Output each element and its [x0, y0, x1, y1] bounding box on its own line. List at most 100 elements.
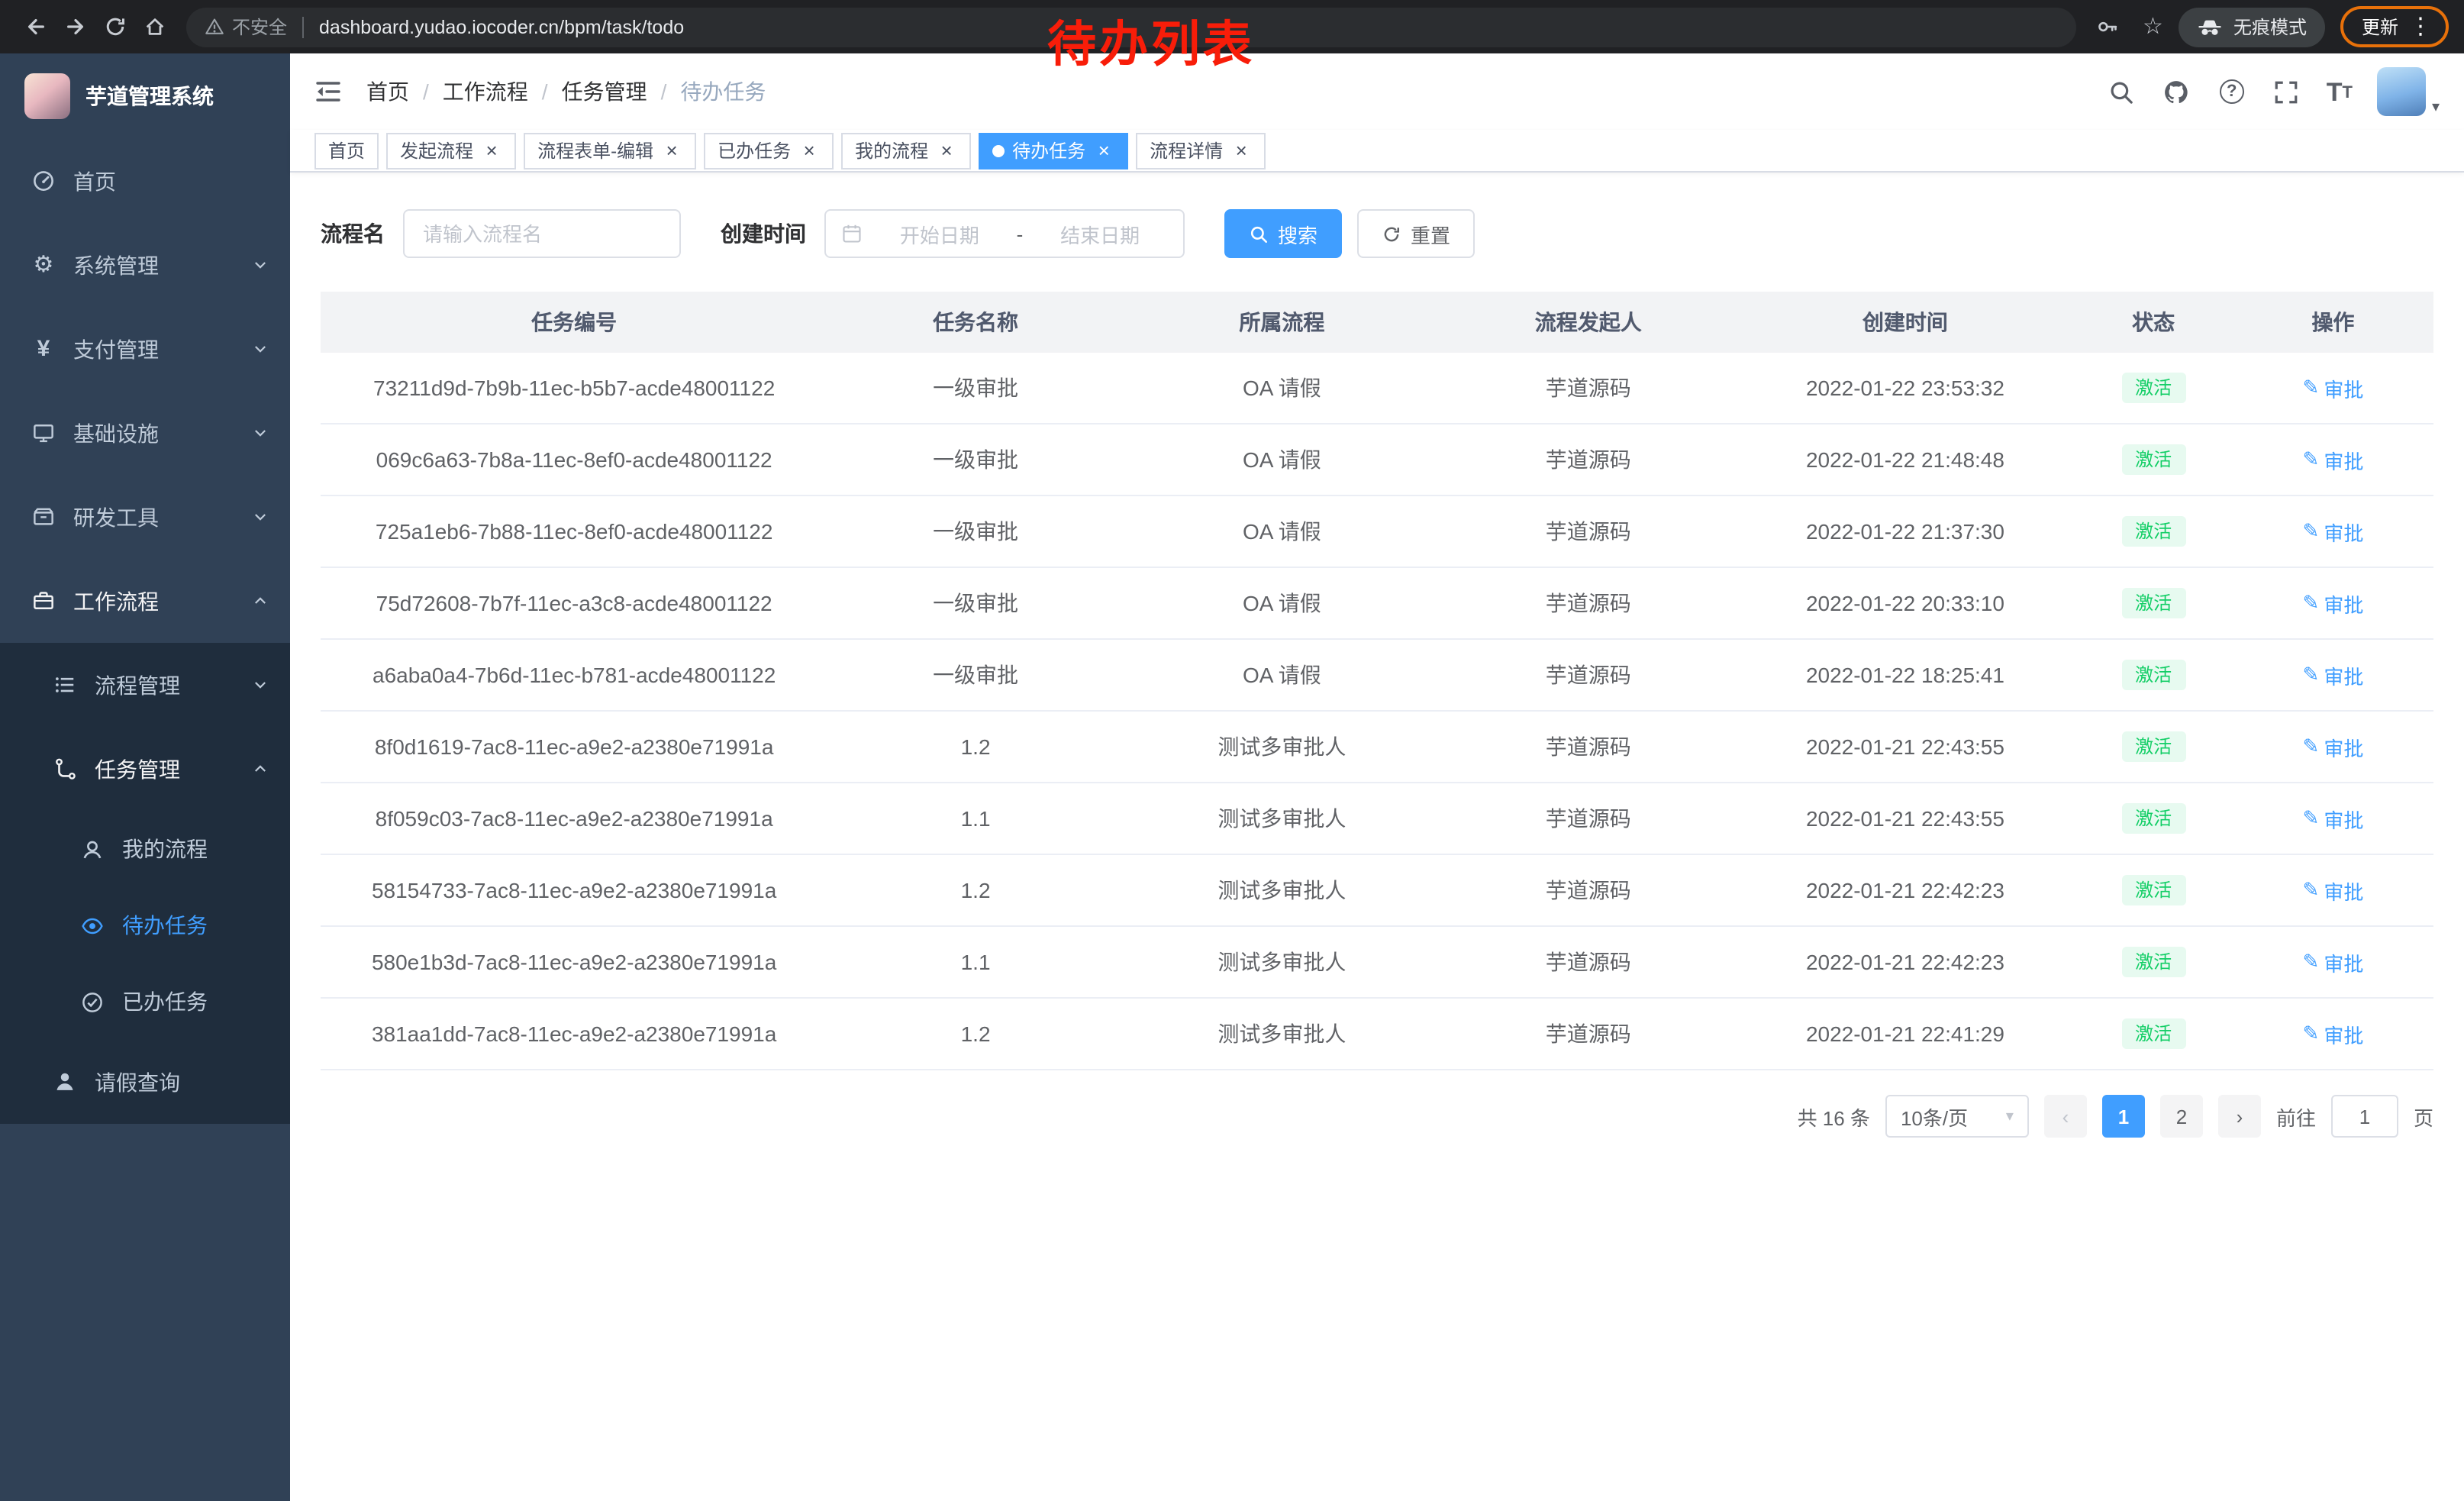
close-icon[interactable]: × — [798, 140, 820, 161]
back-icon[interactable] — [15, 7, 55, 47]
col-process: 所属流程 — [1124, 292, 1440, 353]
cell-process-name: OA 请假 — [1124, 424, 1440, 495]
cell-action: ✎ 审批 — [2233, 712, 2433, 782]
briefcase-icon — [31, 588, 56, 614]
cell-create-time: 2022-01-21 22:42:23 — [1737, 927, 2075, 997]
yen-icon: ¥ — [31, 336, 56, 362]
breadcrumb-item-home[interactable]: 首页 — [366, 76, 409, 107]
sidebar-item-payment[interactable]: ¥ 支付管理 — [0, 307, 290, 391]
next-page-button[interactable]: › — [2218, 1095, 2261, 1138]
cell-initiator: 芋道源码 — [1440, 855, 1737, 925]
approve-link[interactable]: ✎ 审批 — [2303, 445, 2364, 474]
breadcrumb-item-task-mgmt[interactable]: 任务管理 — [562, 76, 647, 107]
help-icon[interactable]: ? — [2217, 76, 2247, 107]
home-icon[interactable] — [134, 7, 174, 47]
update-label: 更新 — [2362, 14, 2398, 40]
end-date-placeholder[interactable]: 结束日期 — [1032, 219, 1168, 248]
cell-task-id: 73211d9d-7b9b-11ec-b5b7-acde48001122 — [321, 353, 827, 423]
app-window: 芋道管理系统 首页 ⚙ 系统管理 ¥ 支付管理 — [0, 53, 2464, 1501]
bookmark-star-icon[interactable]: ☆ — [2143, 15, 2163, 38]
cell-task-id: 8f059c03-7ac8-11ec-a9e2-a2380e71991a — [321, 783, 827, 854]
approve-link[interactable]: ✎ 审批 — [2303, 732, 2364, 761]
navbar-actions: ? TT ▾ — [2107, 67, 2440, 116]
sidebar-item-my-process[interactable]: 我的流程 — [0, 811, 290, 887]
page-content: 流程名 创建时间 开始日期 - 结束日期 搜索 — [290, 173, 2464, 1501]
approve-link[interactable]: ✎ 审批 — [2303, 660, 2364, 689]
table-row: 725a1eb6-7b88-11ec-8ef0-acde48001122 一级审… — [321, 496, 2433, 568]
security-status[interactable]: 不安全 — [205, 14, 287, 40]
close-icon[interactable]: × — [1230, 140, 1252, 161]
tab-done-tasks[interactable]: 已办任务 × — [704, 132, 834, 169]
sidebar-item-home[interactable]: 首页 — [0, 139, 290, 223]
sidebar-item-process-mgmt[interactable]: 流程管理 — [0, 643, 290, 727]
avatar[interactable] — [2377, 67, 2426, 116]
approve-link[interactable]: ✎ 审批 — [2303, 373, 2364, 402]
tab-todo-tasks[interactable]: 待办任务 × — [979, 132, 1128, 169]
start-date-placeholder[interactable]: 开始日期 — [872, 219, 1008, 248]
pencil-icon: ✎ — [2303, 950, 2320, 974]
search-button[interactable]: 搜索 — [1224, 209, 1342, 258]
cell-task-id: 75d72608-7b7f-11ec-a3c8-acde48001122 — [321, 568, 827, 638]
sidebar-item-task-mgmt[interactable]: 任务管理 — [0, 727, 290, 811]
tab-process-form-edit[interactable]: 流程表单-编辑 × — [524, 132, 696, 169]
user-menu[interactable]: ▾ — [2377, 67, 2440, 116]
approve-link[interactable]: ✎ 审批 — [2303, 589, 2364, 618]
sidebar-item-devtools[interactable]: 研发工具 — [0, 475, 290, 559]
close-icon[interactable]: × — [661, 140, 682, 161]
page-size-select[interactable]: 10条/页 ▾ — [1885, 1095, 2029, 1138]
sidebar-item-todo-tasks[interactable]: 待办任务 — [0, 887, 290, 964]
fullscreen-icon[interactable] — [2272, 76, 2302, 107]
process-name-input[interactable] — [423, 222, 661, 245]
total-count: 共 16 条 — [1798, 1102, 1870, 1131]
sidebar-item-system[interactable]: ⚙ 系统管理 — [0, 223, 290, 307]
sidebar-item-infrastructure[interactable]: 基础设施 — [0, 391, 290, 475]
sidebar-item-leave-query[interactable]: 请假查询 — [0, 1040, 290, 1124]
refresh-icon — [1382, 224, 1401, 244]
cell-status: 激活 — [2074, 783, 2233, 854]
table-row: 381aa1dd-7ac8-11ec-a9e2-a2380e71991a 1.2… — [321, 999, 2433, 1070]
close-icon[interactable]: × — [1093, 140, 1114, 161]
approve-link[interactable]: ✎ 审批 — [2303, 947, 2364, 976]
cell-initiator: 芋道源码 — [1440, 424, 1737, 495]
security-label: 不安全 — [232, 14, 287, 40]
breadcrumb-separator: / — [661, 79, 667, 104]
omnibox-separator — [302, 16, 304, 37]
breadcrumb-item-workflow[interactable]: 工作流程 — [443, 76, 528, 107]
tab-start-process[interactable]: 发起流程 × — [386, 132, 516, 169]
reload-icon[interactable] — [95, 7, 134, 47]
page-button-1[interactable]: 1 — [2102, 1095, 2145, 1138]
browser-menu-icon[interactable]: ⋮ — [2409, 15, 2432, 38]
breadcrumb-separator: / — [423, 79, 429, 104]
update-button[interactable]: 更新 ⋮ — [2340, 6, 2449, 47]
close-icon[interactable]: × — [481, 140, 502, 161]
font-size-icon[interactable]: TT — [2327, 79, 2353, 105]
prev-page-button[interactable]: ‹ — [2044, 1095, 2087, 1138]
password-key-icon[interactable] — [2088, 7, 2127, 47]
reset-button[interactable]: 重置 — [1357, 209, 1475, 258]
search-icon[interactable] — [2107, 76, 2137, 107]
cell-task-id: 725a1eb6-7b88-11ec-8ef0-acde48001122 — [321, 496, 827, 567]
github-icon[interactable] — [2162, 76, 2192, 107]
approve-link[interactable]: ✎ 审批 — [2303, 1019, 2364, 1048]
approve-link[interactable]: ✎ 审批 — [2303, 804, 2364, 833]
sidebar-fold-icon[interactable] — [314, 78, 342, 105]
approve-link[interactable]: ✎ 审批 — [2303, 517, 2364, 546]
pencil-icon: ✎ — [2303, 734, 2320, 759]
sidebar-item-workflow[interactable]: 工作流程 — [0, 559, 290, 643]
incognito-label: 无痕模式 — [2233, 14, 2307, 40]
cell-task-name: 1.1 — [827, 927, 1124, 997]
tab-process-detail[interactable]: 流程详情 × — [1136, 132, 1266, 169]
page-button-2[interactable]: 2 — [2160, 1095, 2203, 1138]
tab-my-process[interactable]: 我的流程 × — [841, 132, 971, 169]
cell-process-name: OA 请假 — [1124, 353, 1440, 423]
goto-page-input[interactable] — [2331, 1095, 2398, 1138]
pencil-icon: ✎ — [2303, 878, 2320, 902]
tab-home[interactable]: 首页 — [314, 132, 379, 169]
approve-link[interactable]: ✎ 审批 — [2303, 876, 2364, 905]
chevron-down-icon — [252, 257, 269, 273]
sidebar-item-done-tasks[interactable]: 已办任务 — [0, 964, 290, 1040]
chevron-up-icon — [252, 760, 269, 777]
close-icon[interactable]: × — [936, 140, 957, 161]
forward-icon[interactable] — [55, 7, 95, 47]
date-range-picker[interactable]: 开始日期 - 结束日期 — [824, 209, 1185, 258]
